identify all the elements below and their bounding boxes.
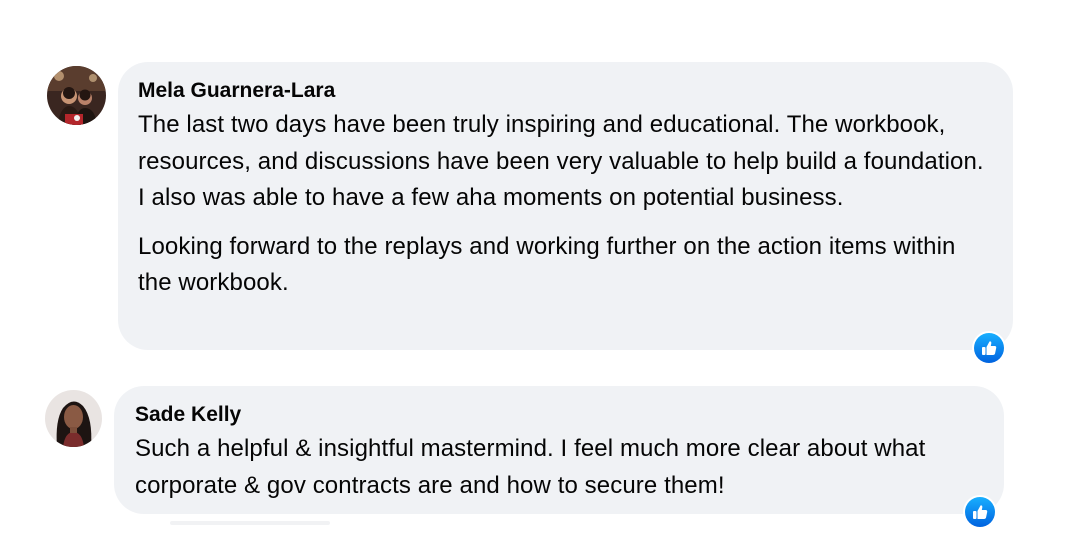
avatar[interactable] bbox=[45, 390, 102, 447]
comment-bubble: Sade Kelly Such a helpful & insightful m… bbox=[114, 386, 1004, 514]
avatar-photo bbox=[45, 390, 102, 447]
reaction-badge[interactable] bbox=[963, 495, 997, 529]
comment-text: Such a helpful & insightful mastermind. … bbox=[135, 435, 926, 499]
comment-author[interactable]: Sade Kelly bbox=[135, 402, 983, 428]
thumbs-up-icon bbox=[973, 505, 988, 519]
divider bbox=[170, 521, 330, 525]
comment-2: Sade Kelly Such a helpful & insightful m… bbox=[0, 0, 1080, 560]
